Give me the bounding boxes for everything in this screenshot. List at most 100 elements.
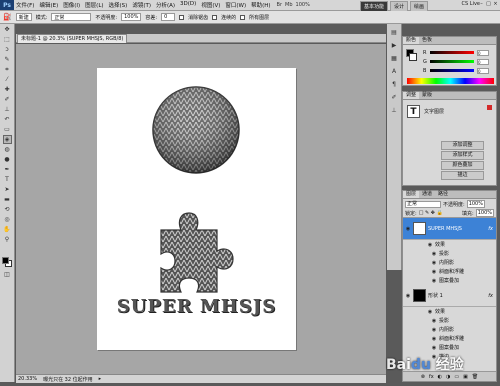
layer-row[interactable]: ◉ 形状 1 fx [403, 285, 496, 307]
hand-tool-icon[interactable]: ✋ [3, 225, 12, 234]
effect-row[interactable]: ◉ 投影 [403, 316, 496, 325]
character-panel-icon[interactable]: A [389, 66, 399, 76]
lock-icons[interactable]: □ ✎ ✥ 🔒 [419, 210, 443, 216]
dodge-tool-icon[interactable]: ● [3, 155, 12, 164]
eye-icon[interactable]: ◉ [431, 260, 437, 266]
effect-row[interactable]: ◉ 图案叠加 [403, 276, 496, 285]
mask-icon[interactable]: ◐ [438, 374, 442, 380]
eye-icon[interactable]: ◉ [405, 293, 411, 299]
path-select-tool-icon[interactable]: ➤ [3, 185, 12, 194]
foreground-color-swatch[interactable] [2, 257, 9, 264]
eye-icon[interactable]: ◉ [431, 269, 437, 275]
preset-dropdown[interactable]: 新建 [15, 13, 32, 21]
eye-icon[interactable]: ◉ [431, 345, 437, 351]
layer-row[interactable]: ◉ T SUPER MHSJS fx [403, 218, 496, 240]
pen-tool-icon[interactable]: ✒ [3, 165, 12, 174]
menu-item[interactable]: 图层(L) [85, 1, 103, 9]
all-layers-checkbox[interactable] [240, 14, 246, 20]
bucket-tool-icon[interactable]: ◈ [2, 135, 12, 144]
effects-row[interactable]: ◉ 效果 [403, 307, 496, 316]
eye-icon[interactable]: ◉ [431, 278, 437, 284]
adjust-button[interactable]: 描边 [441, 171, 484, 180]
channel-value[interactable]: 0 [477, 67, 489, 74]
brush-panel-icon[interactable]: ✐ [389, 92, 399, 102]
menu-item[interactable]: 选择(S) [109, 1, 128, 9]
eye-icon[interactable]: ◉ [405, 226, 411, 232]
menu-item[interactable]: 帮助(H) [251, 1, 270, 9]
blur-tool-icon[interactable]: ◍ [3, 145, 12, 154]
effect-row[interactable]: ◉ 图案叠加 [403, 343, 496, 352]
panel-tab[interactable]: 色板 [419, 37, 435, 44]
clone-source-panel-icon[interactable]: ⊥ [389, 105, 399, 115]
eyedropper-tool-icon[interactable]: ⁄ [3, 75, 12, 84]
fill-field[interactable]: 100% [475, 209, 494, 217]
effect-row[interactable]: ◉ 内阴影 [403, 325, 496, 334]
adjust-button[interactable]: 添加调整 [441, 141, 484, 150]
paragraph-panel-icon[interactable]: ¶ [389, 79, 399, 89]
shape-tool-icon[interactable]: ▬ [3, 195, 12, 204]
layer-opacity-field[interactable]: 100% [466, 200, 485, 208]
eraser-tool-icon[interactable]: ▭ [3, 125, 12, 134]
folder-icon[interactable]: ▭ [454, 374, 459, 380]
contiguous-checkbox[interactable] [212, 14, 218, 20]
cs-live-button[interactable]: CS Live [462, 1, 480, 7]
effect-row[interactable]: ◉ 斜面和浮雕 [403, 267, 496, 276]
antialias-checkbox[interactable] [179, 14, 185, 20]
3d-orbit-tool-icon[interactable]: ◎ [3, 215, 12, 224]
channel-value[interactable]: 0 [477, 49, 489, 56]
color-spectrum-bar[interactable] [407, 78, 494, 84]
type-tool-icon[interactable]: T [3, 175, 12, 184]
brush-tool-icon[interactable]: ✐ [3, 95, 12, 104]
tolerance-field[interactable]: 0 [161, 13, 176, 21]
lasso-tool-icon[interactable]: ↄ [3, 45, 12, 54]
panel-tab[interactable]: 路径 [435, 191, 451, 198]
effect-row[interactable]: ◉ 斜面和浮雕 [403, 334, 496, 343]
menu-item[interactable]: 视图(V) [201, 1, 220, 9]
eye-icon[interactable]: ◉ [431, 327, 437, 333]
eye-icon[interactable]: ◉ [427, 309, 433, 315]
quick-select-tool-icon[interactable]: ✎ [3, 55, 12, 64]
stamp-tool-icon[interactable]: ⊥ [3, 105, 12, 114]
swatches-panel-icon[interactable]: ▦ [389, 53, 399, 63]
panel-tab[interactable]: 图层 [403, 191, 420, 198]
layer-name[interactable]: SUPER MHSJS [428, 226, 462, 232]
zoom-tool-icon[interactable]: ⚲ [3, 235, 12, 244]
document-tab[interactable]: 未标题-1 @ 20.3% (SUPER MHSJS, RGB/8) [17, 34, 128, 43]
layer-fx-icon[interactable]: fx [488, 293, 493, 299]
eye-icon[interactable]: ◉ [431, 318, 437, 324]
menu-item[interactable]: 编辑(E) [39, 1, 58, 9]
close-icon[interactable]: × [493, 1, 498, 8]
menu-item[interactable]: 图像(I) [63, 1, 80, 9]
menu-item[interactable]: 窗口(W) [225, 1, 246, 9]
panel-tab[interactable]: 调整 [403, 92, 420, 99]
healing-tool-icon[interactable]: ✚ [3, 85, 12, 94]
link-icon[interactable]: ⊗ [421, 374, 425, 380]
eye-icon[interactable]: ◉ [431, 251, 437, 257]
panel-tab[interactable]: 颜色 [403, 37, 420, 44]
menu-tool[interactable]: Br [277, 2, 283, 8]
channel-slider[interactable] [430, 69, 474, 72]
eye-icon[interactable]: ◉ [431, 336, 437, 342]
new-layer-icon[interactable]: ▣ [463, 374, 468, 380]
minimize-icon[interactable]: – [479, 1, 484, 8]
color-bg-swatch[interactable] [409, 53, 417, 61]
channel-value[interactable]: 0 [477, 58, 489, 65]
menu-item[interactable]: 文件(F) [16, 1, 34, 9]
trash-icon[interactable]: 🗑 [472, 374, 478, 380]
maximize-icon[interactable]: □ [486, 1, 491, 8]
crop-tool-icon[interactable]: ⌗ [3, 65, 12, 74]
quick-mask-icon[interactable]: ◫ [3, 270, 12, 279]
menu-item[interactable]: 滤镜(T) [132, 1, 151, 9]
channel-slider[interactable] [430, 51, 474, 54]
adjust-button[interactable]: 添加样式 [441, 151, 484, 160]
3d-rotate-tool-icon[interactable]: ⟲ [3, 205, 12, 214]
effect-row[interactable]: ◉ 投影 [403, 249, 496, 258]
effects-row[interactable]: ◉ 效果 [403, 240, 496, 249]
document-canvas[interactable]: SUPER MHSJS [97, 68, 296, 350]
status-arrow-icon[interactable]: ▸ [99, 376, 102, 382]
layer-name[interactable]: 形状 1 [428, 292, 443, 299]
adjust-icon[interactable]: ◑ [446, 374, 450, 380]
history-panel-icon[interactable]: ▤ [389, 27, 399, 37]
menu-item[interactable]: 分析(A) [156, 1, 175, 9]
mode-dropdown[interactable]: 正常 [51, 13, 92, 21]
